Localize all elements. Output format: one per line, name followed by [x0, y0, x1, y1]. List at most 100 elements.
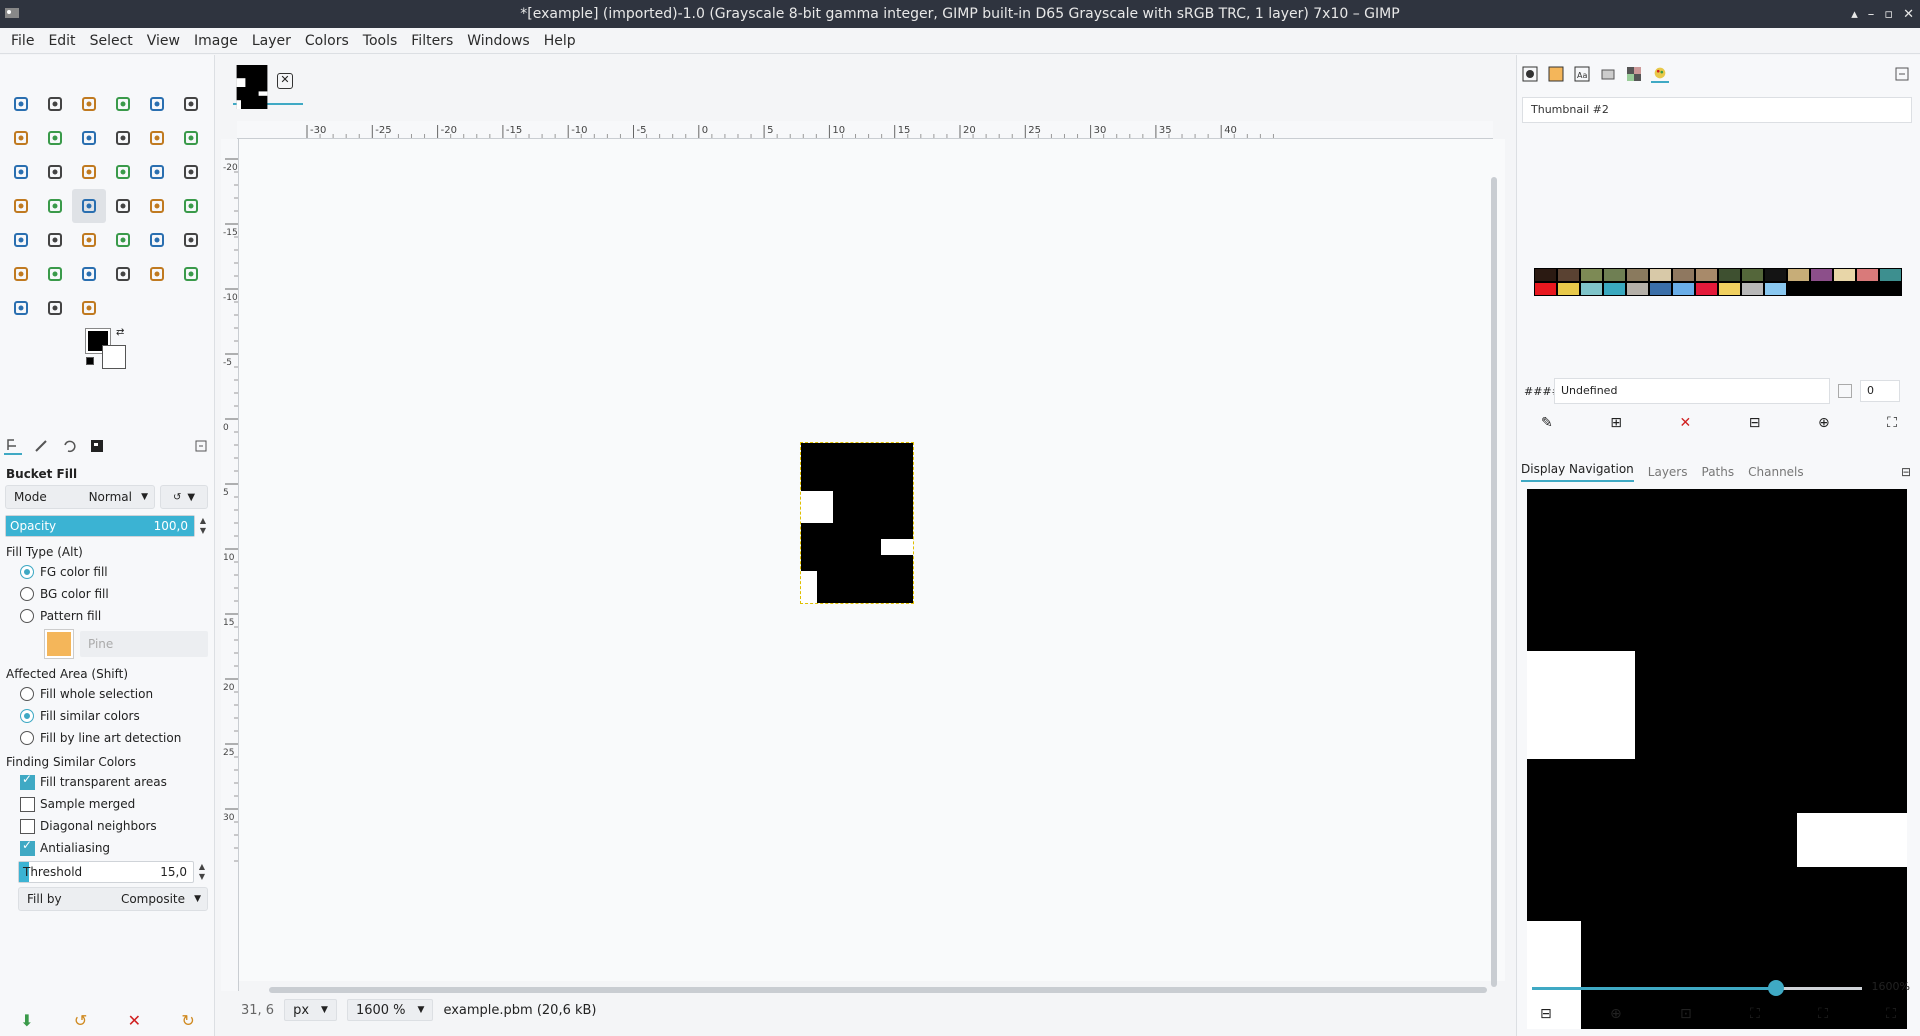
palette-swatch[interactable]	[1764, 282, 1787, 296]
color-name-field[interactable]: Undefined	[1554, 378, 1830, 404]
unit-combo[interactable]: px ▼	[284, 999, 337, 1021]
device-status-tab-icon[interactable]	[32, 437, 50, 455]
image-tab[interactable]: ✕	[233, 61, 303, 109]
background-color[interactable]	[102, 345, 126, 369]
heal-tool-icon[interactable]	[174, 223, 208, 257]
palette-swatch[interactable]	[1603, 282, 1626, 296]
delete-options-icon[interactable]: ✕	[128, 1011, 141, 1030]
cage-tool-icon[interactable]	[38, 189, 72, 223]
warp-tool-icon[interactable]	[174, 121, 208, 155]
configure-tab-icon[interactable]: ⊟	[1901, 465, 1911, 479]
free-select-tool-icon[interactable]	[140, 87, 174, 121]
palette-swatch[interactable]	[1672, 268, 1695, 282]
configure-tab-icon[interactable]	[192, 437, 210, 455]
restore-options-icon[interactable]: ↺	[74, 1011, 87, 1030]
zoom-in-icon[interactable]: ⊕	[1610, 1006, 1622, 1022]
edit-color-icon[interactable]: ✎	[1541, 415, 1553, 431]
close-window-button[interactable]: ✕	[1903, 7, 1914, 22]
text-tool-alt-icon[interactable]	[106, 257, 140, 291]
tab-channels[interactable]: Channels	[1748, 465, 1804, 479]
fg-bg-color-swatch[interactable]: ⇄	[86, 327, 142, 379]
menu-edit[interactable]: Edit	[41, 33, 82, 49]
pattern-preview[interactable]	[45, 630, 73, 658]
handle-transform-tool-icon[interactable]	[174, 155, 208, 189]
foreground-select-tool-icon[interactable]	[4, 121, 38, 155]
fonts-tab-icon[interactable]: Aa	[1573, 65, 1591, 83]
fill-by-combo[interactable]: Fill by Composite ▼	[18, 887, 208, 911]
diagonal-neighbors-checkbox[interactable]: Diagonal neighbors	[0, 815, 215, 837]
zoom-tool-icon[interactable]	[72, 291, 106, 325]
airbrush-tool-icon[interactable]	[4, 223, 38, 257]
palette-swatch[interactable]	[1718, 282, 1741, 296]
paintbrush-tool-icon[interactable]	[140, 189, 174, 223]
zoom-1-1-icon[interactable]: ⊡	[1680, 1006, 1692, 1022]
threshold-slider[interactable]: Threshold 15,0 ▲ ▼	[18, 861, 205, 883]
image-content[interactable]	[800, 442, 914, 604]
palette-swatch[interactable]	[1557, 282, 1580, 296]
palette-swatch[interactable]	[1626, 268, 1649, 282]
maximize-window-button[interactable]: ▫	[1884, 7, 1893, 22]
move-tool-icon[interactable]	[4, 87, 38, 121]
pencil-tool-icon[interactable]	[174, 189, 208, 223]
swap-colors-icon[interactable]: ⇄	[116, 327, 124, 338]
tab-layers[interactable]: Layers	[1648, 465, 1688, 479]
shade-window-button[interactable]: ▴	[1851, 7, 1858, 22]
save-options-icon[interactable]: ⬇	[20, 1011, 33, 1030]
flip-tool-icon[interactable]	[4, 189, 38, 223]
palette-swatch[interactable]	[1764, 268, 1787, 282]
image-canvas[interactable]	[239, 139, 1505, 981]
palette-swatch[interactable]	[1833, 268, 1856, 282]
fill-similar-colors-radio[interactable]: Fill similar colors	[0, 705, 215, 727]
mode-combo[interactable]: Mode Normal ▼	[5, 485, 155, 509]
minimize-window-button[interactable]: –	[1868, 7, 1875, 22]
fill-transparent-checkbox[interactable]: Fill transparent areas	[0, 771, 215, 793]
ellipse-select-tool-icon[interactable]	[106, 87, 140, 121]
menu-view[interactable]: View	[140, 33, 187, 49]
fill-line-art-radio[interactable]: Fill by line art detection	[0, 727, 215, 749]
palette-swatch[interactable]	[1695, 282, 1718, 296]
perspective-tool-icon[interactable]	[106, 155, 140, 189]
rect-select-tool-icon[interactable]	[72, 87, 106, 121]
palette-name-field[interactable]: Thumbnail #2	[1522, 97, 1912, 123]
vertical-scrollbar[interactable]	[1491, 177, 1497, 987]
palette-swatch[interactable]	[1534, 282, 1557, 296]
palette-swatch[interactable]	[1787, 268, 1810, 282]
palette-swatch[interactable]	[1810, 282, 1833, 296]
shrink-wrap-icon[interactable]: ⛶	[1886, 1006, 1896, 1022]
reset-options-icon[interactable]: ↻	[181, 1011, 194, 1030]
zoom-knob[interactable]	[1768, 980, 1785, 996]
clone-tool-icon[interactable]	[140, 223, 174, 257]
scissors-select-tool-icon[interactable]	[174, 87, 208, 121]
horizontal-scrollbar[interactable]	[269, 987, 1487, 993]
palette-grid[interactable]	[1534, 268, 1902, 296]
zoom-out-icon[interactable]: ⊟	[1540, 1006, 1552, 1022]
antialiasing-checkbox[interactable]: Antialiasing	[0, 837, 215, 859]
palette-swatch[interactable]	[1649, 268, 1672, 282]
fg-color-fill-radio[interactable]: FG color fill	[0, 561, 215, 583]
pattern-fill-radio[interactable]: Pattern fill	[0, 605, 215, 627]
gradients-tab-icon[interactable]	[1625, 65, 1643, 83]
paths-tool-icon[interactable]	[140, 257, 174, 291]
menu-filters[interactable]: Filters	[404, 33, 460, 49]
columns-field[interactable]: 0	[1860, 380, 1900, 402]
palette-swatch[interactable]	[1603, 268, 1626, 282]
palette-swatch[interactable]	[1580, 268, 1603, 282]
menu-image[interactable]: Image	[187, 33, 245, 49]
palette-swatch[interactable]	[1833, 282, 1856, 296]
palette-swatch[interactable]	[1856, 282, 1879, 296]
measure-tool-icon[interactable]	[38, 291, 72, 325]
menu-colors[interactable]: Colors	[298, 33, 356, 49]
mypaint-brush-tool-icon[interactable]	[72, 223, 106, 257]
palette-swatch[interactable]	[1626, 282, 1649, 296]
palette-swatch[interactable]	[1879, 268, 1902, 282]
tab-paths[interactable]: Paths	[1702, 465, 1735, 479]
palette-tab-icon[interactable]	[1651, 65, 1669, 83]
ink-tool-icon[interactable]	[38, 223, 72, 257]
align-tool-icon[interactable]	[38, 87, 72, 121]
menu-windows[interactable]: Windows	[460, 33, 537, 49]
default-colors-icon[interactable]	[86, 357, 94, 365]
delete-color-icon[interactable]: ✕	[1679, 415, 1691, 431]
tool-options-tab-icon[interactable]	[4, 437, 22, 455]
new-color-icon[interactable]: ⊞	[1610, 415, 1622, 431]
palette-swatch[interactable]	[1649, 282, 1672, 296]
